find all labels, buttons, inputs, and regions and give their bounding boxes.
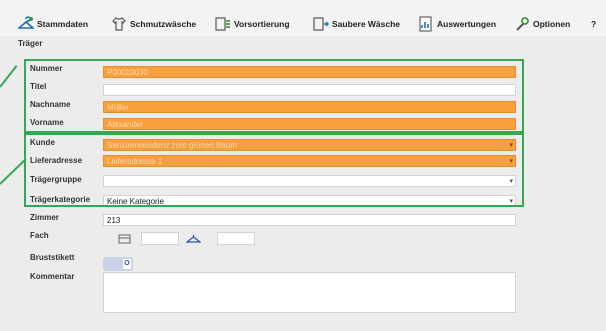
toolbar-saubere-waesche[interactable]: Saubere Wäsche — [313, 14, 400, 34]
zimmer-field[interactable]: 213 — [103, 214, 516, 226]
label-zimmer: Zimmer — [30, 213, 59, 222]
hanger-icon — [16, 16, 36, 32]
shirt-icon — [111, 16, 127, 32]
toolbar-vorsortierung[interactable]: Vorsortierung — [215, 14, 290, 34]
toggle-knob: O — [123, 259, 131, 269]
page-title: Träger — [18, 39, 43, 48]
toolbar-auswertungen[interactable]: Auswertungen — [418, 14, 496, 34]
toolbar-help[interactable]: ? — [591, 14, 596, 34]
kommentar-textarea[interactable] — [103, 272, 516, 313]
toolbar-label: Vorsortierung — [234, 19, 290, 29]
toolbar-label: Schmutzwäsche — [130, 19, 197, 29]
clean-laundry-icon — [313, 16, 329, 32]
toolbar: Stammdaten Schmutzwäsche Vorsortierung S… — [0, 0, 606, 36]
toolbar-label: Auswertungen — [437, 19, 497, 29]
help-icon: ? — [591, 19, 597, 29]
callout-line-customer — [0, 158, 27, 185]
toolbar-label: Stammdaten — [37, 19, 89, 29]
label-bewohneretikett: Bruststikett — [30, 253, 75, 262]
wrench-icon — [514, 16, 530, 32]
fach-field-1[interactable] — [141, 232, 179, 245]
hanger-icon — [185, 233, 202, 244]
toolbar-schmutzwaesche[interactable]: Schmutzwäsche — [111, 14, 196, 34]
toolbar-label: Optionen — [533, 19, 571, 29]
bewohneretikett-toggle[interactable]: O — [103, 257, 133, 271]
toolbar-stammdaten[interactable]: Stammdaten — [16, 14, 89, 34]
label-kommentar: Kommentar — [30, 272, 75, 281]
callout-line-name — [0, 65, 18, 88]
report-icon — [418, 16, 434, 32]
toolbar-label: Saubere Wäsche — [332, 19, 401, 29]
toolbar-optionen[interactable]: Optionen — [514, 14, 570, 34]
highlight-box-customer — [24, 133, 524, 207]
label-fach: Fach — [30, 231, 49, 240]
sort-icon — [215, 16, 231, 32]
fach-field-2[interactable] — [217, 232, 255, 245]
shelf-icon — [118, 233, 131, 244]
highlight-box-name — [24, 59, 524, 133]
